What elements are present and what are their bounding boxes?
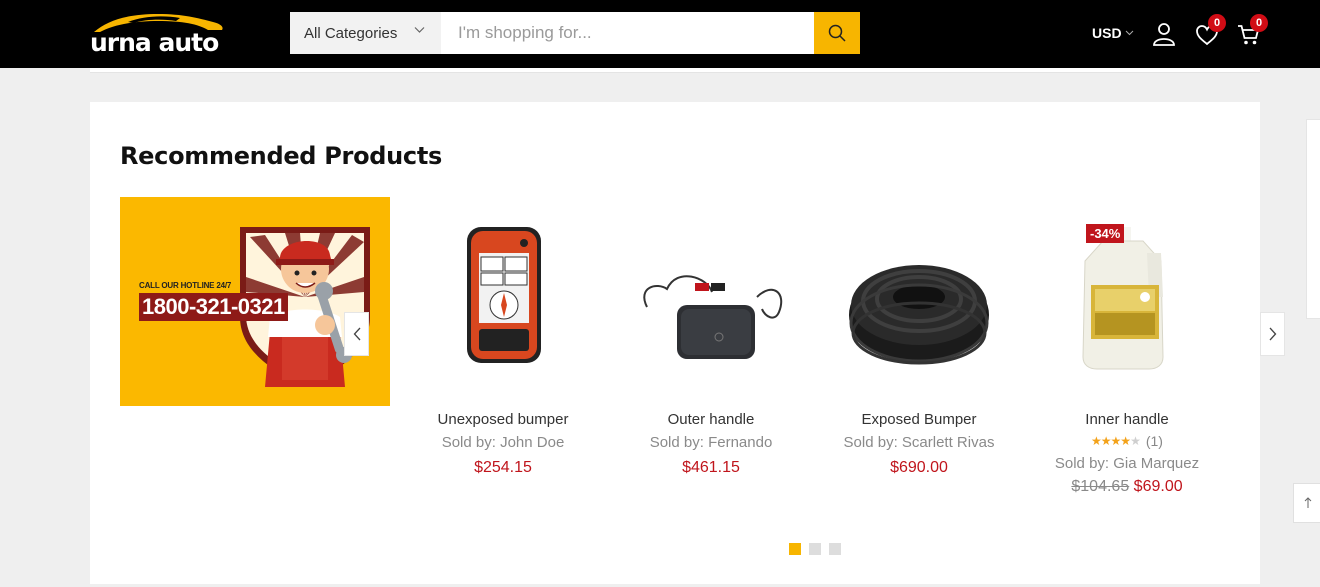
carousel-dot[interactable]: [809, 543, 821, 555]
discount-badge: -34%: [1086, 224, 1125, 243]
hotline-label: CALL OUR HOTLINE 24/7: [139, 281, 232, 290]
product-price-group: $104.65 $69.00: [1023, 478, 1231, 496]
product-sale-price: $69.00: [1133, 478, 1183, 495]
previous-section-bottom: [90, 68, 1260, 73]
product-seller[interactable]: Sold by: Scarlett Rivas: [815, 434, 1023, 451]
product-image[interactable]: -34%: [1023, 197, 1231, 397]
hotline-number: 1800-321-0321: [139, 293, 288, 321]
product-card[interactable]: Outer handle Sold by: Fernando $461.15: [607, 197, 815, 477]
wishlist-count-badge: 0: [1208, 14, 1226, 32]
chevron-left-icon: [353, 327, 360, 341]
category-select-label: All Categories: [304, 24, 398, 42]
product-card[interactable]: Exposed Bumper Sold by: Scarlett Rivas $…: [815, 197, 1023, 477]
chevron-down-icon: [1125, 30, 1133, 36]
rubber-hose-image: [849, 265, 989, 365]
product-name[interactable]: Unexposed bumper: [399, 411, 607, 428]
search-bar: All Categories: [290, 12, 860, 54]
product-seller[interactable]: Sold by: John Doe: [399, 434, 607, 451]
search-icon: [828, 24, 846, 42]
cart-count-badge: 0: [1250, 14, 1268, 32]
product-card[interactable]: -34% Inner handle ★★★★★ (1) Sold by: Gia…: [1023, 197, 1231, 496]
carousel-next-button[interactable]: [1260, 312, 1285, 356]
carousel-pagination: [789, 543, 841, 555]
gps-device-image: [467, 227, 541, 363]
site-header: urna auto All Categories USD 0 0: [0, 0, 1320, 68]
product-image[interactable]: [815, 197, 1023, 397]
back-to-top-button[interactable]: [1293, 483, 1320, 523]
product-seller[interactable]: Sold by: Fernando: [607, 434, 815, 451]
logo[interactable]: urna auto: [88, 10, 228, 58]
product-price: $254.15: [474, 459, 532, 476]
category-select[interactable]: All Categories: [290, 12, 441, 54]
product-name[interactable]: Exposed Bumper: [815, 411, 1023, 428]
product-rating: ★★★★★ (1): [1023, 433, 1231, 449]
carousel-dot[interactable]: [829, 543, 841, 555]
chevron-right-icon: [1269, 327, 1276, 341]
product-card[interactable]: Unexposed bumper Sold by: John Doe $254.…: [399, 197, 607, 477]
user-icon[interactable]: [1152, 22, 1176, 46]
battery-charger-image: [643, 275, 783, 359]
search-input[interactable]: [441, 12, 814, 54]
search-button[interactable]: [814, 12, 860, 54]
product-name[interactable]: Inner handle: [1023, 411, 1231, 428]
side-panel-tab[interactable]: [1306, 119, 1320, 319]
rating-stars: ★★★★★: [1091, 434, 1141, 448]
product-name[interactable]: Outer handle: [607, 411, 815, 428]
product-price: $461.15: [682, 459, 740, 476]
chevron-down-icon: [414, 27, 425, 33]
product-image[interactable]: [399, 197, 607, 397]
carousel-dot[interactable]: [789, 543, 801, 555]
product-old-price: $104.65: [1071, 478, 1130, 495]
section-title: Recommended Products: [120, 142, 443, 170]
product-seller[interactable]: Sold by: Gia Marquez: [1023, 455, 1231, 472]
product-price: $690.00: [890, 459, 948, 476]
currency-label: USD: [1092, 25, 1122, 41]
rating-count: (1): [1145, 433, 1163, 449]
logo-text: urna auto: [90, 28, 219, 57]
cleaner-bottle-image: [1082, 227, 1164, 370]
arrow-up-icon: [1304, 497, 1312, 508]
recommended-products-section: Recommended Products CALL OUR HOTLINE 24…: [90, 102, 1285, 584]
product-image[interactable]: [607, 197, 815, 397]
currency-select[interactable]: USD: [1092, 25, 1134, 41]
hotline-banner[interactable]: CALL OUR HOTLINE 24/7 1800-321-0321: [120, 197, 390, 406]
carousel-prev-button[interactable]: [344, 312, 369, 356]
